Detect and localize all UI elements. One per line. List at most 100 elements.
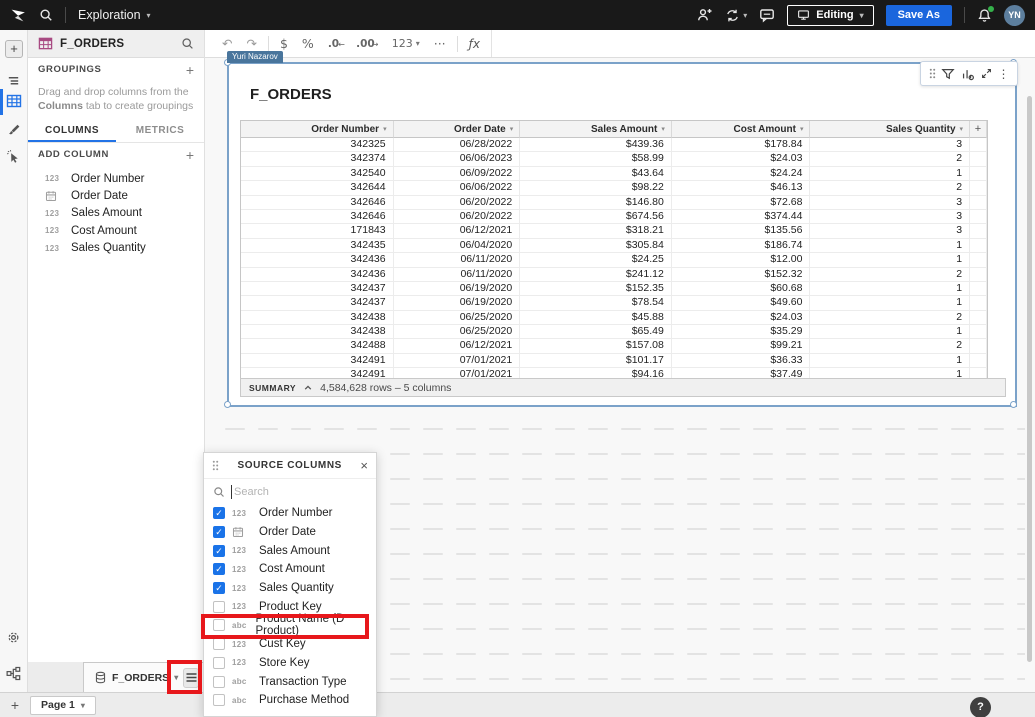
table-cell[interactable]: 06/11/2020 [394,268,521,282]
table-cell[interactable]: $60.68 [672,282,811,296]
table-cell[interactable]: 07/01/2021 [394,354,521,368]
table-cell[interactable]: 1 [810,354,970,368]
table-cell[interactable]: 06/04/2020 [394,239,521,253]
table-cell[interactable]: 06/28/2022 [394,138,521,152]
table-cell[interactable]: 06/06/2023 [394,152,521,166]
sort-caret-icon[interactable]: ▾ [510,125,514,133]
table-cell[interactable]: $318.21 [520,224,672,238]
table-cell[interactable]: $674.56 [520,210,672,224]
table-cell[interactable]: $37.49 [672,368,811,378]
panel-column-item[interactable]: 123 Sales Quantity [28,240,204,257]
table-cell[interactable]: 1 [810,296,970,310]
source-column-item[interactable]: ✓ 123 Sales Amount [204,541,376,560]
table-cell[interactable]: 06/19/2020 [394,282,521,296]
element-panel-table-icon[interactable] [6,93,22,109]
table-cell[interactable]: $152.32 [672,268,811,282]
table-cell[interactable]: $94.16 [520,368,672,378]
table-cell[interactable]: 06/12/2021 [394,339,521,353]
table-cell[interactable]: $12.00 [672,253,811,267]
selection-handle-bl[interactable] [224,401,231,408]
column-header[interactable]: Sales Amount ▾ [520,121,672,138]
number-format-dropdown[interactable]: 123▾ [385,37,427,50]
tab-columns[interactable]: COLUMNS [28,120,116,142]
table-cell[interactable]: 1 [810,167,970,181]
format-brush-icon[interactable] [6,123,22,139]
table-cell[interactable]: $58.99 [520,152,672,166]
table-cell[interactable]: $24.03 [672,311,811,325]
table-cell[interactable]: 06/20/2022 [394,196,521,210]
table-cell[interactable]: 06/20/2022 [394,210,521,224]
table-cell[interactable]: $78.54 [520,296,672,310]
vertical-scrollbar[interactable] [1027,96,1032,662]
sort-caret-icon[interactable]: ▾ [661,125,665,133]
sigma-logo-icon[interactable] [10,7,27,24]
tab-metrics[interactable]: METRICS [116,120,204,142]
share-add-user-icon[interactable] [697,7,713,23]
table-cell[interactable]: $43.64 [520,167,672,181]
formula-input[interactable] [491,30,1035,57]
more-formats-button[interactable]: ··· [427,36,453,51]
comments-icon[interactable] [759,7,775,23]
table-cell[interactable]: $99.21 [672,339,811,353]
source-column-item[interactable]: ✓ 123 Sales Quantity [204,579,376,598]
source-column-item[interactable]: abc Transaction Type [204,672,376,691]
table-cell[interactable]: $186.74 [672,239,811,253]
table-cell[interactable]: 1 [810,325,970,339]
checked-checkbox[interactable]: ✓ [213,563,225,575]
panel-column-item[interactable]: 123 Order Number [28,170,204,187]
table-cell[interactable]: $36.33 [672,354,811,368]
table-cell[interactable]: $46.13 [672,181,811,195]
checked-checkbox[interactable]: ✓ [213,526,225,538]
unchecked-checkbox[interactable] [213,638,225,650]
element-title[interactable]: F_ORDERS [250,86,332,103]
source-column-item[interactable]: abc Product Name (D Product) [204,616,376,635]
user-avatar[interactable]: YN [1004,5,1025,26]
notifications-bell-icon[interactable] [977,8,992,23]
unchecked-checkbox[interactable] [213,601,225,613]
document-title-menu[interactable]: Exploration ▾ [78,8,151,22]
unchecked-checkbox[interactable] [213,619,225,631]
selection-handle-br[interactable] [1010,401,1017,408]
column-header[interactable]: Order Date ▾ [394,121,521,138]
close-icon[interactable]: × [360,458,368,473]
table-cell[interactable]: 06/12/2021 [394,224,521,238]
table-cell[interactable]: 1 [810,282,970,296]
help-button[interactable]: ? [970,697,991,717]
ai-select-cursor-icon[interactable] [6,149,22,165]
table-cell[interactable]: 2 [810,311,970,325]
more-options-kebab-icon[interactable]: ⋮ [998,67,1010,81]
panel-column-item[interactable]: 123 Sales Amount [28,205,204,222]
save-as-button[interactable]: Save As [886,5,952,26]
column-header[interactable]: Cost Amount ▾ [672,121,811,138]
add-column-button[interactable]: + [186,150,194,160]
table-cell[interactable]: $65.49 [520,325,672,339]
sort-caret-icon[interactable]: ▾ [383,125,387,133]
drag-handle-icon[interactable] [212,460,219,471]
table-cell[interactable]: $24.24 [672,167,811,181]
percent-format-button[interactable]: % [295,36,321,51]
table-cell[interactable]: $24.25 [520,253,672,267]
source-column-item[interactable]: 123 Store Key [204,654,376,673]
sort-caret-icon[interactable]: ▾ [960,125,964,133]
source-column-item[interactable]: ✓ 123 Cost Amount [204,560,376,579]
table-cell[interactable]: $152.35 [520,282,672,296]
checked-checkbox[interactable]: ✓ [213,507,225,519]
table-cell[interactable]: 06/19/2020 [394,296,521,310]
table-cell[interactable]: $439.36 [520,138,672,152]
table-cell[interactable]: 342438 [241,325,394,339]
panel-column-item[interactable]: Order Date [28,187,204,204]
refresh-data-icon[interactable]: ▾ [725,8,747,23]
table-cell[interactable]: 342438 [241,311,394,325]
table-cell[interactable]: $35.29 [672,325,811,339]
column-header[interactable]: Order Number ▾ [241,121,394,138]
table-cell[interactable]: 3 [810,224,970,238]
page-tab[interactable]: Page 1 ▾ [30,696,96,715]
table-cell[interactable]: 06/11/2020 [394,253,521,267]
table-cell[interactable]: 3 [810,210,970,224]
table-cell[interactable]: $98.22 [520,181,672,195]
table-cell[interactable]: $101.17 [520,354,672,368]
unchecked-checkbox[interactable] [213,694,225,706]
table-cell[interactable]: 342491 [241,354,394,368]
table-cell[interactable]: 342437 [241,282,394,296]
table-cell[interactable]: 2 [810,152,970,166]
